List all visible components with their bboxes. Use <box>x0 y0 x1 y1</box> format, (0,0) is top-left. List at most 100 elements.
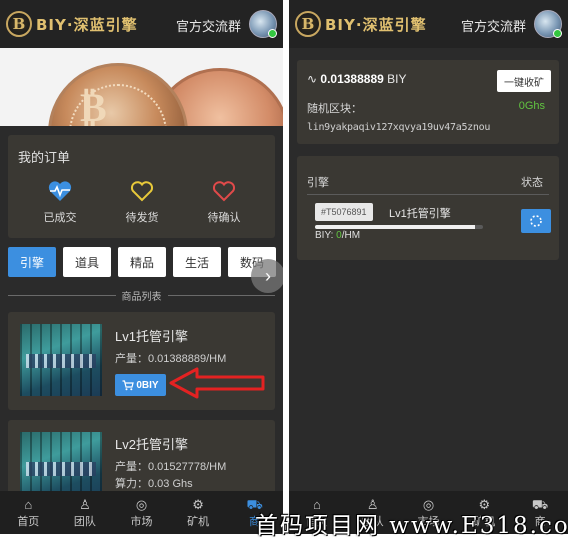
order-status-label: 待发货 <box>125 212 159 224</box>
order-status-pending-shipment[interactable]: 待发货 <box>107 179 177 225</box>
nav-team[interactable]: ♙ 团队 <box>345 491 401 534</box>
nav-shop[interactable]: ⛟ 商 <box>226 491 283 534</box>
column-status: 状态 <box>521 177 543 189</box>
order-status-pending-confirm[interactable]: 待确认 <box>189 179 259 225</box>
right-screen: B BIY·深蓝引擎 官方交流群 ∿ 0.01388889 BIY 一键收矿 随… <box>289 0 568 534</box>
red-arrow-annotation <box>169 367 265 399</box>
banner-image[interactable]: ₿ <box>0 48 283 126</box>
engines-table-header: 引擎 状态 <box>307 174 549 192</box>
engines-card: 引擎 状态 #T5076891 Lv1托管引擎 BIY: 0/HM <box>297 156 559 260</box>
mining-total: ∿ 0.01388889 BIY <box>307 72 407 86</box>
nav-label: 团队 <box>73 516 96 528</box>
product-name: Lv2托管引擎 <box>115 437 188 452</box>
bottom-nav: ⌂ 首页 ♙ 团队 ◎ 市场 ⚙ 矿机 ⛟ 商 <box>0 491 283 534</box>
app-logo[interactable]: B BIY·深蓝引擎 <box>6 11 138 37</box>
pulse-icon: ∿ <box>307 72 318 86</box>
official-group-link[interactable]: 官方交流群 <box>176 16 241 35</box>
nav-label: 市场 <box>130 516 153 528</box>
app-logo[interactable]: B BIY·深蓝引擎 <box>295 11 427 37</box>
collect-all-button[interactable]: 一键收矿 <box>497 70 551 92</box>
order-status-label: 待确认 <box>207 212 241 224</box>
team-icon: ♙ <box>366 497 379 512</box>
divider-line <box>167 294 275 296</box>
bottom-nav: ⌂ 首页 ♙ 团队 ◎ 市场 ⚙ 矿机 ⛟ 商 <box>289 491 568 534</box>
my-orders-card: 我的订单 已成交 待发货 待确认 <box>8 135 275 238</box>
logo-emblem: B <box>295 11 321 37</box>
nav-label: 市场 <box>417 516 440 528</box>
bitcoin-symbol-graphic: ₿ <box>80 84 107 126</box>
official-group-link[interactable]: 官方交流群 <box>461 16 526 35</box>
miner-icon: ⚙ <box>192 497 204 512</box>
miner-icon: ⚙ <box>478 497 491 512</box>
engine-progress-bar <box>315 225 483 229</box>
nav-label: 矿机 <box>473 516 496 528</box>
nav-home[interactable]: ⌂ 首页 <box>289 491 345 534</box>
random-block-ghs: 0Ghs <box>518 100 545 112</box>
divider-line <box>8 294 116 296</box>
nav-label: 团队 <box>361 516 384 528</box>
engine-id-badge: #T5076891 <box>315 203 373 221</box>
top-bar: B BIY·深蓝引擎 官方交流群 <box>0 0 283 48</box>
random-block-hash: lin9yakpaqiv127xqvya19uv47a5znou <box>307 122 491 133</box>
mining-summary-card: ∿ 0.01388889 BIY 一键收矿 随机区块： 0Ghs lin9yak… <box>297 60 559 144</box>
buy-button[interactable]: 0BIY <box>115 374 166 396</box>
buy-price: 0BIY <box>136 379 159 391</box>
nav-label: 首页 <box>17 516 40 528</box>
random-block-label: 随机区块： <box>307 103 362 115</box>
product-output: 产量：0.01527778/HM <box>115 461 227 473</box>
cart-icon <box>122 379 135 390</box>
left-screen: B BIY·深蓝引擎 官方交流群 ₿ 我的订单 已成交 待发货 待确认 引擎 道… <box>0 0 283 534</box>
market-icon: ◎ <box>422 497 435 512</box>
logo-text: BIY·深蓝引擎 <box>325 15 427 34</box>
engine-progress-fill <box>315 225 475 229</box>
mining-total-value: 0.01388889 <box>320 72 384 86</box>
engine-status-button[interactable] <box>521 209 551 233</box>
nav-label: 矿机 <box>187 516 210 528</box>
nav-miner[interactable]: ⚙ 矿机 <box>170 491 227 534</box>
order-status-completed[interactable]: 已成交 <box>25 179 95 225</box>
top-bar: B BIY·深蓝引擎 官方交流群 <box>289 0 568 48</box>
nav-miner[interactable]: ⚙ 矿机 <box>456 491 512 534</box>
column-engine: 引擎 <box>307 177 329 189</box>
product-power: 算力：0.03 Ghs <box>115 478 193 490</box>
tab-props[interactable]: 道具 <box>63 247 111 277</box>
nav-market[interactable]: ◎ 市场 <box>401 491 457 534</box>
bitcoin-coin-graphic <box>48 63 188 126</box>
cart-icon: ⛟ <box>246 497 263 512</box>
avatar[interactable] <box>534 10 562 38</box>
nav-label: 商 <box>534 516 546 528</box>
home-icon: ⌂ <box>312 497 321 512</box>
product-list-divider: 商品列表 <box>8 288 275 303</box>
product-thumbnail <box>20 324 102 396</box>
product-list-heading: 商品列表 <box>121 291 162 303</box>
my-orders-title: 我的订单 <box>18 150 71 165</box>
nav-label: 商 <box>249 516 261 528</box>
nav-team[interactable]: ♙ 团队 <box>57 491 114 534</box>
online-status-dot <box>553 29 562 38</box>
mining-total-unit: BIY <box>387 72 407 86</box>
loading-spinner-icon <box>530 215 542 227</box>
nav-home[interactable]: ⌂ 首页 <box>0 491 57 534</box>
home-icon: ⌂ <box>24 497 33 512</box>
logo-text: BIY·深蓝引擎 <box>36 15 138 34</box>
order-status-label: 已成交 <box>43 212 77 224</box>
tab-premium[interactable]: 精品 <box>118 247 166 277</box>
nav-label: 首页 <box>305 516 328 528</box>
tab-life[interactable]: 生活 <box>173 247 221 277</box>
heartbeat-icon <box>48 181 72 201</box>
online-status-dot <box>268 29 277 38</box>
product-output: 产量：0.01388889/HM <box>115 353 227 365</box>
header-divider <box>307 194 549 195</box>
nav-shop[interactable]: ⛟ 商 <box>512 491 568 534</box>
engine-biy-rate: BIY: 0/HM <box>315 230 360 241</box>
biy-label: BIY: <box>315 230 334 241</box>
biy-unit: /HM <box>341 230 361 241</box>
nav-market[interactable]: ◎ 市场 <box>113 491 170 534</box>
tab-engine[interactable]: 引擎 <box>8 247 56 277</box>
product-name: Lv1托管引擎 <box>115 329 188 344</box>
avatar[interactable] <box>249 10 277 38</box>
logo-emblem: B <box>6 11 32 37</box>
cart-icon: ⛟ <box>531 497 549 512</box>
heart-outline-icon <box>130 181 154 202</box>
heart-outline-icon <box>212 181 236 202</box>
